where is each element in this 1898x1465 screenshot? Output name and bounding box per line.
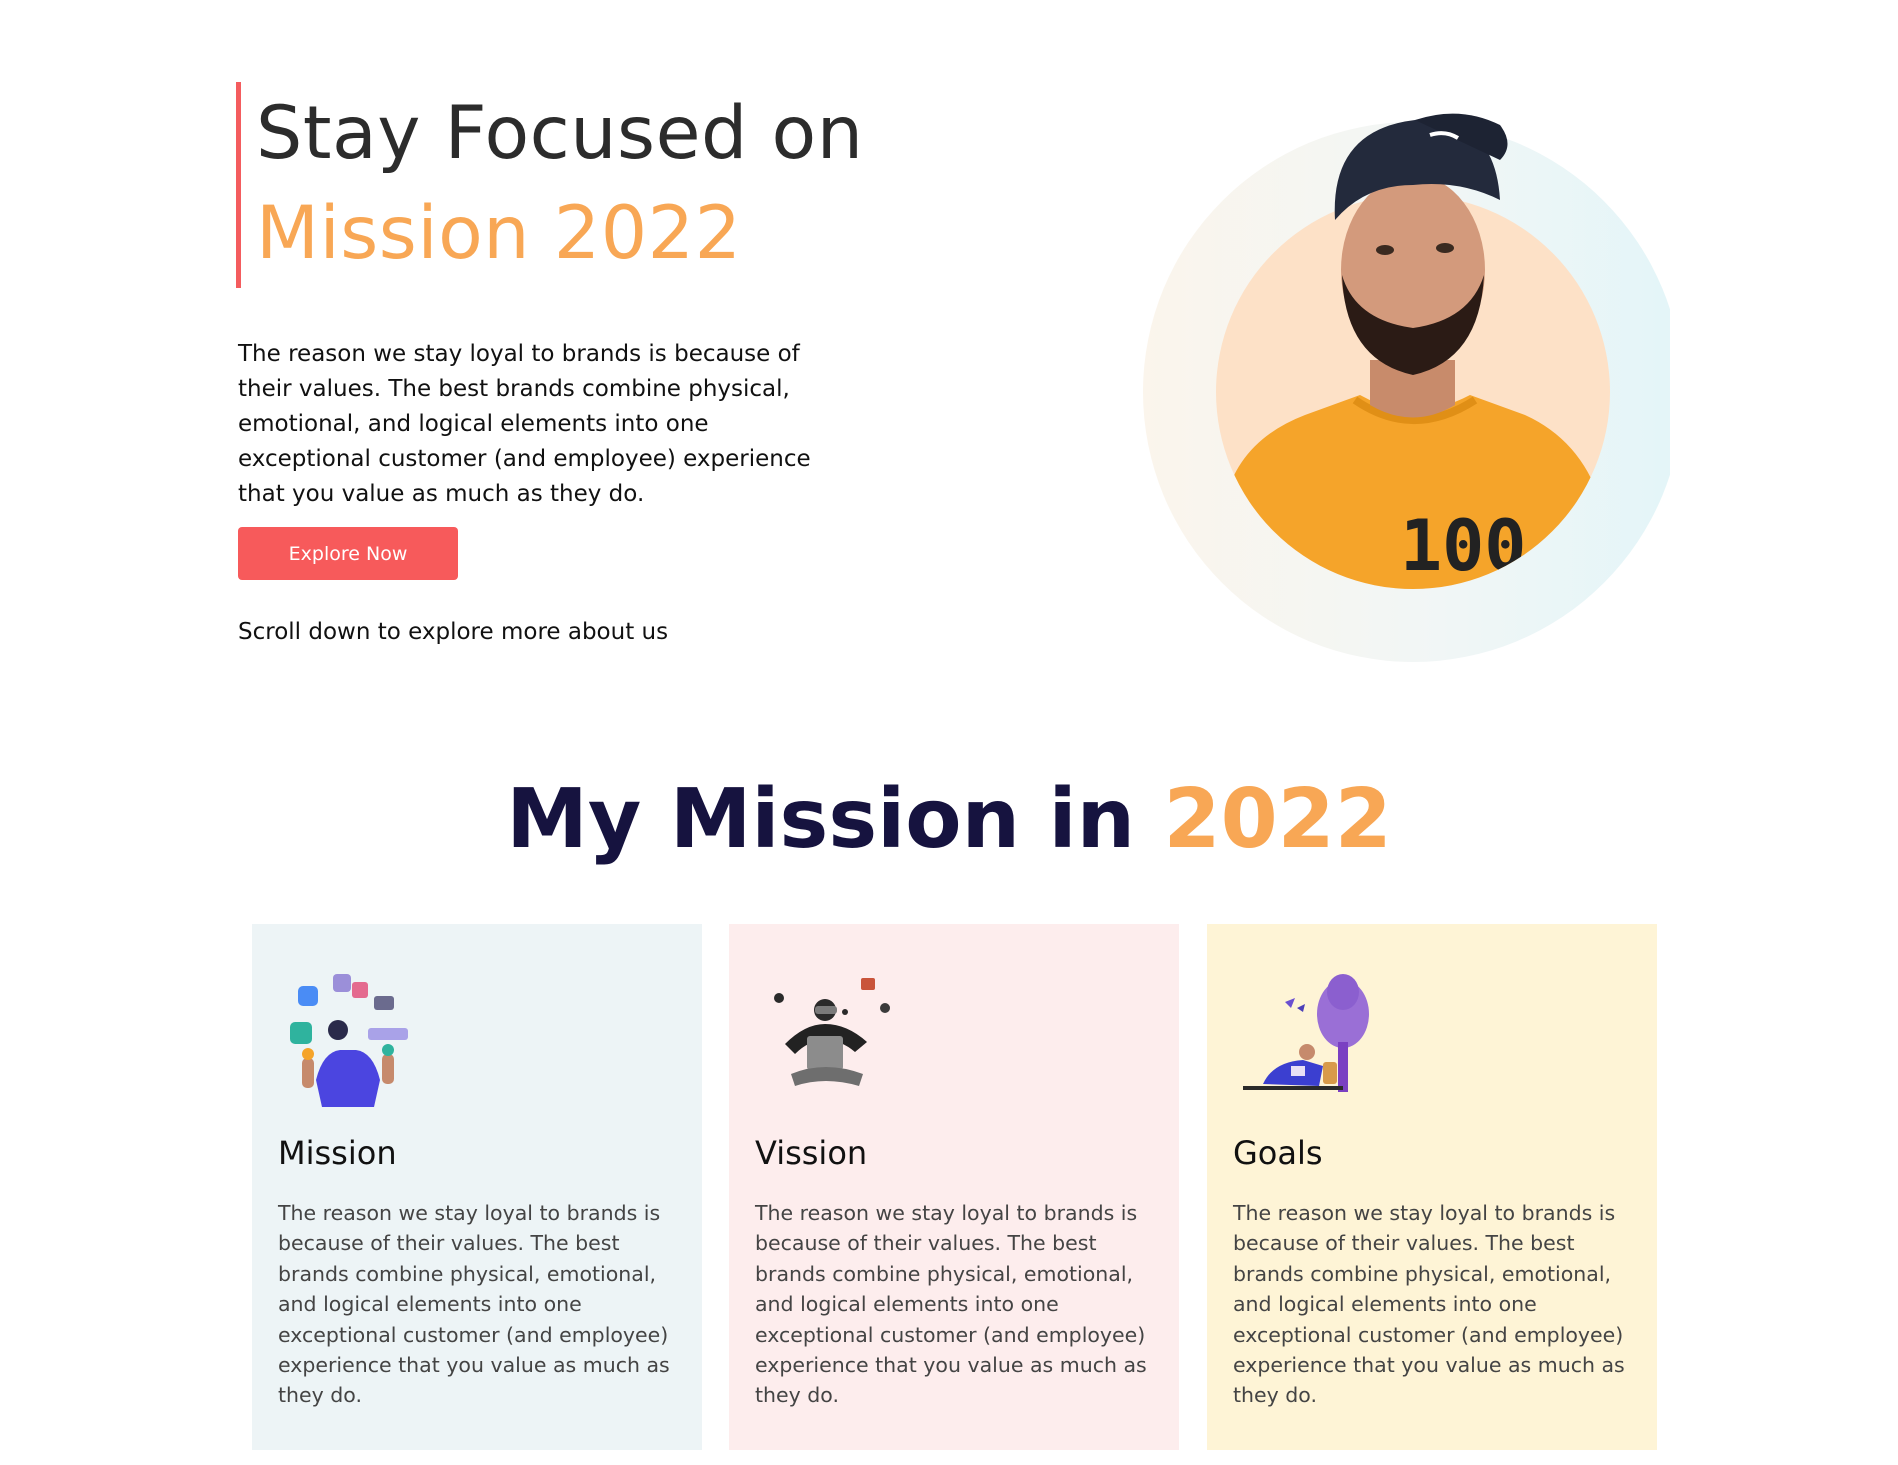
juggling-apps-illustration-icon [278, 962, 428, 1112]
hero-title-line2: Mission 2022 [256, 191, 742, 276]
hero-title-line1: Stay Focused on [256, 91, 864, 176]
scroll-hint: Scroll down to explore more about us [238, 619, 669, 645]
goals-card: Goals The reason we stay loyal to brands… [1207, 924, 1657, 1450]
portrait-illustration-icon: 100 [1143, 113, 1683, 662]
section-title-main: My Mission in [506, 772, 1164, 867]
hero-description: The reason we stay loyal to brands is be… [238, 341, 811, 507]
explore-now-button[interactable]: Explore Now [238, 527, 458, 580]
goals-card-text: The reason we stay loyal to brands is be… [1233, 1201, 1625, 1408]
vission-card-text: The reason we stay loyal to brands is be… [755, 1201, 1147, 1408]
vission-card: Vission The reason we stay loyal to bran… [729, 924, 1179, 1450]
hero-portrait: 100 [1130, 70, 1683, 670]
section-title: My Mission in 2022 [0, 770, 1898, 870]
vission-card-title: Vission [755, 1134, 868, 1172]
goals-card-title: Goals [1233, 1134, 1323, 1172]
mission-card-title: Mission [278, 1134, 397, 1172]
vr-meditation-illustration-icon [755, 962, 905, 1112]
mission-card-text: The reason we stay loyal to brands is be… [278, 1201, 670, 1408]
section-title-accent: 2022 [1163, 772, 1392, 867]
mission-card: Mission The reason we stay loyal to bran… [252, 924, 702, 1450]
hero-title-block: Stay Focused on Mission 2022 [236, 82, 863, 288]
reading-under-tree-illustration-icon [1233, 962, 1383, 1112]
